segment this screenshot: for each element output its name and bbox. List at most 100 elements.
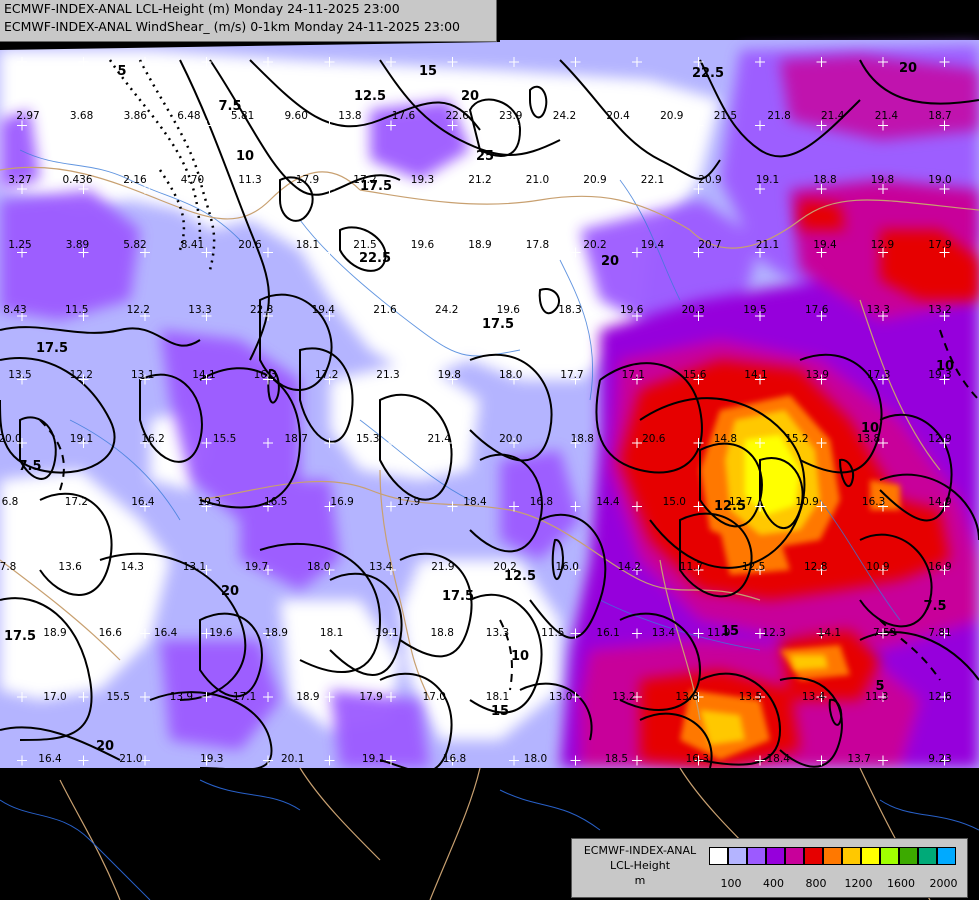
value-label: 19.5 [743, 304, 766, 316]
legend-tick: 1200 [844, 877, 873, 890]
weather-map: 2.97 3.68 3.86 6.48 5.81 9.60 13.8 17.6 22.6 23.9… [0, 0, 979, 900]
value-label: 18.0 [307, 561, 330, 573]
contour-label: 17.5 [4, 629, 36, 644]
value-label: 1.25 [8, 239, 31, 251]
value-label: 13.4 [802, 691, 826, 703]
contour-label: 17.5 [360, 179, 392, 194]
value-label: 20.2 [583, 239, 606, 251]
value-label: 11.5 [65, 304, 88, 316]
legend-swatch [823, 847, 842, 865]
value-label: 21.0 [526, 174, 549, 186]
value-label: 18.5 [605, 753, 628, 765]
value-label: 16.9 [330, 496, 353, 508]
value-label: 10.9 [795, 496, 818, 508]
contour-label: 12.5 [504, 569, 536, 584]
value-label: 8.43 [3, 304, 26, 316]
value-label: 12.5 [742, 561, 765, 573]
value-label: 17.1 [233, 691, 256, 703]
value-label: 21.6 [373, 304, 397, 316]
value-label: 17.8 [526, 239, 549, 251]
value-label: 17.7 [560, 369, 583, 381]
value-label: 17.9 [397, 496, 420, 508]
value-label: 18.8 [813, 174, 836, 186]
value-label: 13.1 [131, 369, 154, 381]
contour-label: 17.5 [36, 341, 68, 356]
value-label: 17.3 [867, 369, 890, 381]
value-label: 13.1 [183, 561, 206, 573]
legend-tick: 400 [763, 877, 784, 890]
legend-title: ECMWF-INDEX-ANAL LCL-Height m [576, 843, 704, 888]
value-label: 19.4 [312, 304, 336, 316]
value-label: 13.3 [867, 304, 890, 316]
value-label: 19.7 [245, 561, 268, 573]
value-label: 21.0 [119, 753, 142, 765]
value-label: 19.3 [411, 174, 434, 186]
contour-label: 15 [419, 64, 437, 79]
value-label: 2.97 [16, 110, 39, 122]
value-label: 20.7 [698, 239, 721, 251]
legend-swatch [747, 847, 766, 865]
value-label: 16.4 [154, 627, 178, 639]
value-label: 21.9 [431, 561, 454, 573]
value-label: 5.82 [123, 239, 146, 251]
value-label: 4.70 [181, 174, 204, 186]
value-label: 20.9 [660, 110, 683, 122]
value-label: 20.1 [281, 753, 304, 765]
value-label: 20.6 [238, 239, 262, 251]
value-label: 21.3 [376, 369, 399, 381]
value-label: 19.3 [198, 496, 221, 508]
value-label: 9.23 [928, 753, 951, 765]
value-label: 17.6 [392, 110, 416, 122]
header-line-windshear: ECMWF-INDEX-ANAL WindShear_ (m/s) 0-1km … [4, 19, 460, 34]
legend-title-field: LCL-Height [609, 859, 671, 872]
value-label: 14.3 [121, 561, 144, 573]
value-label: 16.6 [99, 627, 123, 639]
value-label: 24.2 [553, 110, 576, 122]
value-label: 18.7 [285, 433, 308, 445]
value-label: 16.4 [131, 496, 155, 508]
value-label: 13.3 [188, 304, 211, 316]
legend-swatch [842, 847, 861, 865]
value-label: 16.8 [530, 496, 553, 508]
contour-label: 15 [491, 704, 509, 719]
value-label: 19.4 [813, 239, 837, 251]
value-label: 19.6 [209, 627, 233, 639]
legend-swatch [785, 847, 804, 865]
value-label: 21.4 [821, 110, 845, 122]
value-label: 13.8 [675, 691, 698, 703]
value-label: 18.0 [499, 369, 522, 381]
value-label: 12.8 [804, 561, 827, 573]
value-label: 15.0 [663, 496, 686, 508]
value-label: 17.2 [65, 496, 88, 508]
contour-label: 25 [476, 149, 494, 164]
value-label: 17.9 [928, 239, 951, 251]
value-label: 2.16 [123, 174, 147, 186]
value-label: 22.3 [250, 304, 273, 316]
value-label: 13.2 [928, 304, 951, 316]
value-label: 21.5 [353, 239, 376, 251]
contour-label: 12.5 [354, 89, 386, 104]
legend-tick: 2000 [929, 877, 958, 890]
legend-title-unit: m [634, 874, 646, 887]
value-label: 20.9 [583, 174, 606, 186]
value-label: 0.436 [62, 174, 92, 186]
contour-label: 10 [861, 421, 879, 436]
contour-label: 7.5 [18, 459, 41, 474]
value-label: 13.3 [486, 627, 509, 639]
value-label: 8.41 [181, 239, 204, 251]
value-label: 22.1 [641, 174, 664, 186]
contour-label: 5 [875, 679, 884, 694]
value-label: 12.3 [762, 627, 785, 639]
value-label: 19.1 [375, 627, 398, 639]
value-label: 3.89 [66, 239, 89, 251]
value-label: 20.6 [642, 433, 666, 445]
legend-swatch [766, 847, 785, 865]
value-label: 12.6 [928, 691, 952, 703]
value-label: 19.3 [200, 753, 223, 765]
value-label: 12.2 [70, 369, 93, 381]
value-label: 19.1 [70, 433, 93, 445]
value-label: 13.4 [652, 627, 676, 639]
value-label: 13.7 [847, 753, 870, 765]
value-label: 12.9 [871, 239, 894, 251]
value-label: 6.8 [2, 496, 19, 508]
